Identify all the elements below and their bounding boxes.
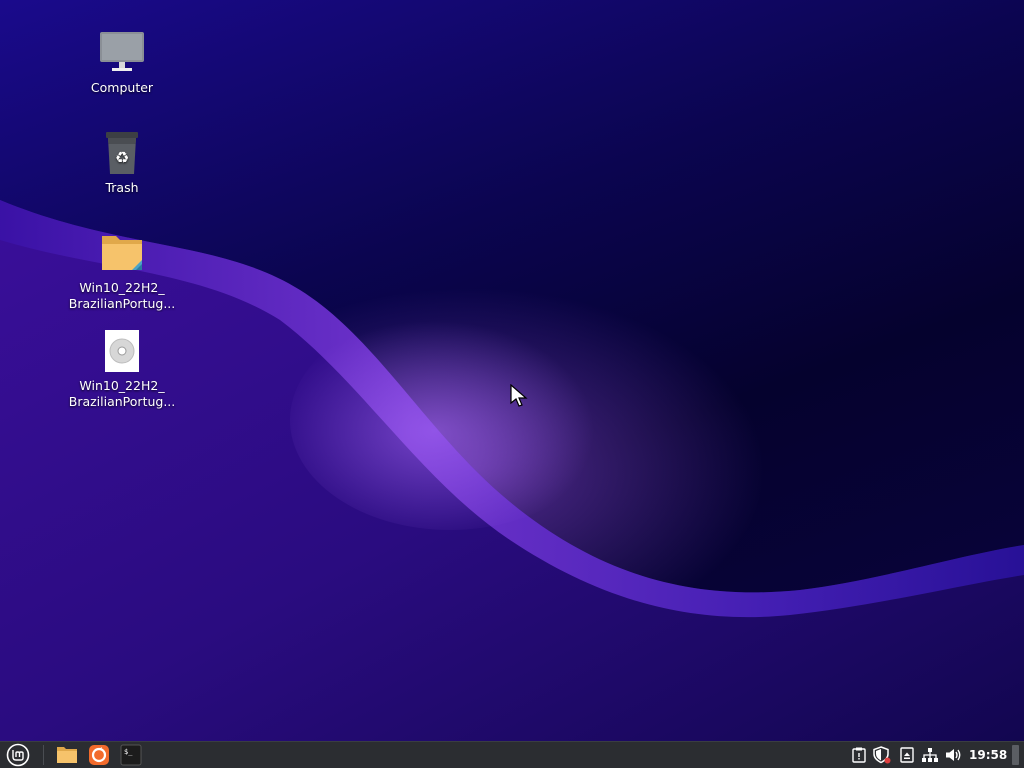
linux-mint-menu-icon: [6, 743, 30, 767]
desktop-icon-label: Trash: [105, 180, 139, 195]
tray-network[interactable]: [920, 742, 940, 768]
desktop-icon-disc-image[interactable]: Win10_22H2_ BrazilianPortug...: [62, 328, 182, 410]
tray-update-manager[interactable]: [872, 742, 892, 768]
desktop-icon-folder[interactable]: Win10_22H2_ BrazilianPortug...: [62, 230, 182, 312]
tray-removable-drive[interactable]: [898, 742, 916, 768]
tray-clipboard[interactable]: [850, 742, 868, 768]
folder-icon: [102, 236, 142, 270]
removable-drive-icon: [900, 747, 914, 763]
launcher-firefox[interactable]: [86, 742, 112, 768]
menu-button[interactable]: [3, 742, 33, 768]
firefox-icon: [89, 745, 109, 765]
desktop-icon-label-line1: Win10_22H2_: [79, 280, 165, 295]
show-desktop-button[interactable]: [1012, 745, 1019, 765]
volume-icon: [946, 749, 961, 761]
files-icon: [57, 747, 77, 763]
terminal-glyph: $_: [124, 748, 133, 756]
network-icon: [922, 748, 938, 762]
desktop-icon-label-line2: BrazilianPortug...: [68, 394, 176, 409]
desktop-icon-label-line2: BrazilianPortug...: [68, 296, 176, 311]
desktop-icon-label-line1: Win10_22H2_: [79, 378, 165, 393]
desktop-icon-trash[interactable]: ♻ Trash: [62, 130, 182, 196]
desktop-icon-computer[interactable]: Computer: [62, 30, 182, 96]
desktop[interactable]: Computer ♻ Trash Win10_22H2_ BrazilianPo…: [0, 0, 1024, 741]
desktop-icon-label: Computer: [90, 80, 154, 95]
launcher-terminal[interactable]: $_: [118, 742, 144, 768]
svg-text:♻: ♻: [115, 148, 129, 167]
taskbar-separator: [43, 745, 44, 765]
terminal-icon: $_: [120, 744, 142, 766]
tray-volume[interactable]: [944, 742, 964, 768]
update-manager-shield-icon: [873, 746, 891, 764]
computer-icon: [100, 32, 144, 71]
taskbar: $_ 19:58: [0, 741, 1024, 768]
clipboard-icon: [852, 747, 866, 763]
mouse-cursor-icon: [510, 384, 528, 407]
disc-image-icon: [105, 330, 139, 372]
clock[interactable]: 19:58: [969, 742, 1007, 768]
launcher-files[interactable]: [54, 742, 80, 768]
trash-icon: ♻: [106, 132, 138, 174]
